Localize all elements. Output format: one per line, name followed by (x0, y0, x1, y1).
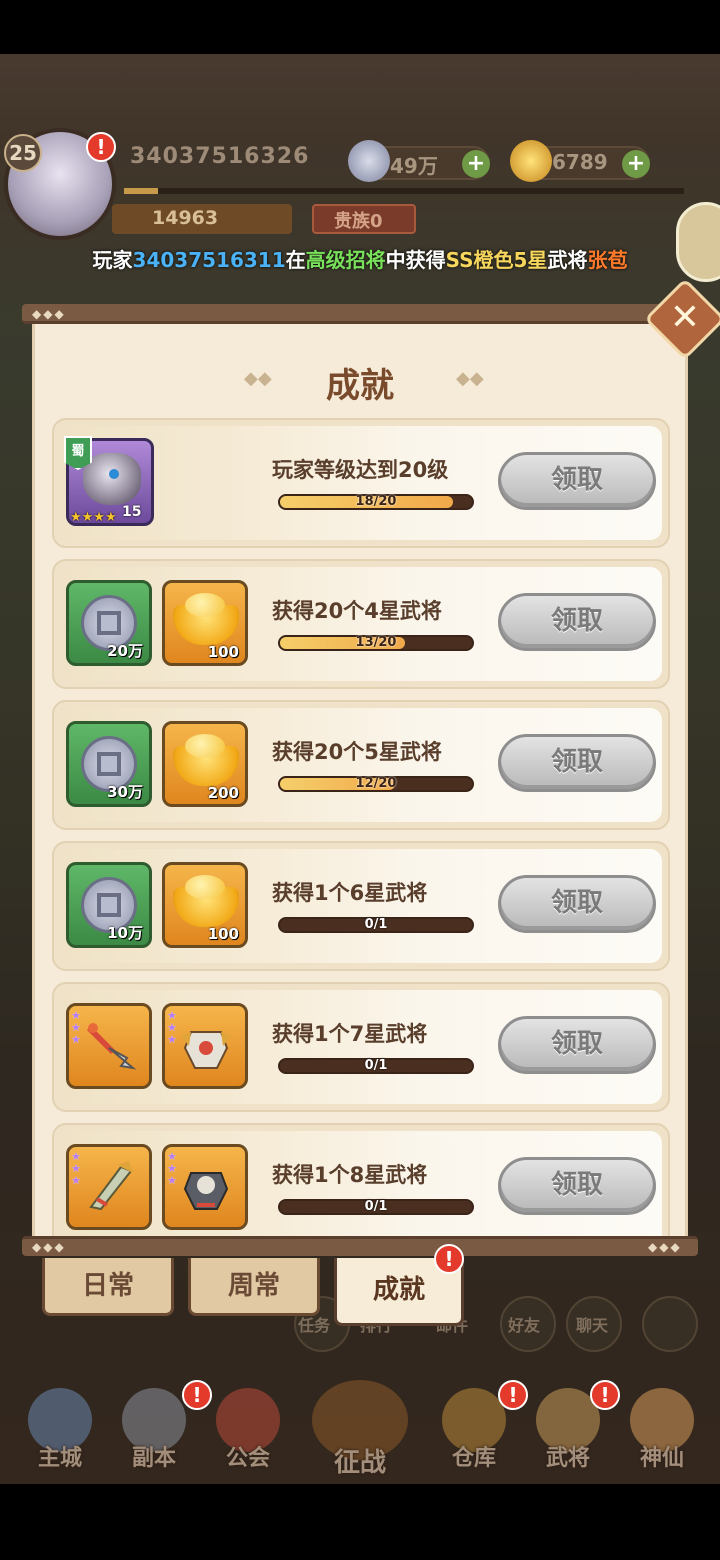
rail-decoration: ◆◆◆ (648, 1240, 682, 1254)
sword-reward[interactable]: ★ ★ ★ (66, 1144, 152, 1230)
level-badge: 25 (4, 134, 42, 172)
progress-text: 0/1 (364, 917, 388, 932)
coin-amount: 49万 (390, 154, 438, 178)
nav-campaign[interactable]: 征战 (300, 1380, 420, 1478)
task-label: 玩家等级达到20级 (272, 458, 449, 482)
progress-bar: 0/1 (278, 1058, 474, 1074)
add-gold-button[interactable]: + (622, 150, 650, 178)
tab-weekly[interactable]: 周常 (188, 1258, 320, 1316)
rail-decoration: ◆◆◆ (32, 307, 66, 321)
ingot-reward[interactable]: 100 (162, 580, 248, 666)
progress-text: 12/20 (355, 776, 397, 791)
tab-daily[interactable]: 日常 (42, 1258, 174, 1316)
hero-stars: ★★★★ (70, 510, 117, 525)
progress-text: 13/20 (355, 635, 397, 650)
progress-text: 18/20 (355, 494, 397, 509)
coin-reward[interactable]: 20万 (66, 580, 152, 666)
armor-icon (183, 1172, 229, 1210)
progress-text: 0/1 (364, 1199, 388, 1214)
star-rank-icon: ★ ★ ★ (71, 1150, 81, 1187)
broadcast-ticker: 玩家34037516311在高级招将中获得SS橙色5星武将张苞 (92, 248, 628, 272)
noble-label: 贵族0 (334, 211, 383, 232)
nav-guild[interactable]: 公会 (202, 1388, 294, 1480)
player-id: 34037516326 (130, 144, 310, 169)
task-label: 获得20个4星武将 (272, 599, 442, 623)
title-deco-right: ◆◆ (456, 368, 484, 389)
tab-alert-icon: ! (434, 1244, 464, 1274)
progress-text: 0/1 (364, 1058, 388, 1073)
close-icon[interactable]: ✕ (656, 290, 714, 348)
panel-bottom-rail (22, 1236, 698, 1256)
claim-button[interactable]: 领取 (498, 875, 656, 933)
star-rank-icon: ★ ★ ★ (71, 1009, 81, 1046)
hero-eye (109, 469, 119, 479)
rail-decoration: ◆◆◆ (32, 1240, 66, 1254)
task-label: 获得20个5星武将 (272, 740, 442, 764)
progress-bar: 13/20 (278, 635, 474, 651)
system-nav-bar (0, 1484, 720, 1560)
coin-icon (348, 140, 390, 182)
hero-level: 15 (122, 504, 142, 520)
progress-bar: 0/1 (278, 1199, 474, 1215)
progress-bar: 18/20 (278, 494, 474, 510)
exp-bar-fill (124, 188, 158, 194)
star-rank-icon: ★ ★ ★ (167, 1150, 177, 1187)
nav-main-city[interactable]: 主城 (14, 1388, 106, 1480)
claim-button[interactable]: 领取 (498, 1157, 656, 1215)
claim-button[interactable]: 领取 (498, 1016, 656, 1074)
armor-icon (181, 1031, 231, 1069)
claim-button[interactable]: 领取 (498, 452, 656, 510)
paw-icon[interactable] (642, 1296, 698, 1352)
panel-title: 成就 (326, 366, 394, 406)
task-label: 获得1个7星武将 (272, 1022, 428, 1046)
coin-reward[interactable]: 30万 (66, 721, 152, 807)
armor-reward[interactable]: ★ ★ ★ (162, 1144, 248, 1230)
gold-amount: 6789 (552, 150, 608, 174)
armor-reward[interactable]: ★ ★ ★ (162, 1003, 248, 1089)
progress-bar: 0/1 (278, 917, 474, 933)
claim-button[interactable]: 领取 (498, 593, 656, 651)
mid-label-friends: 好友 (508, 1316, 541, 1335)
ingot-reward[interactable]: 100 (162, 862, 248, 948)
panel-top-rail (22, 304, 698, 324)
claim-button[interactable]: 领取 (498, 734, 656, 792)
avatar-alert-icon: ! (86, 132, 116, 162)
nav-immortals[interactable]: 神仙 (616, 1388, 708, 1480)
add-coin-button[interactable]: + (462, 150, 490, 178)
paw-points: 14963 (152, 207, 219, 229)
coin-reward[interactable]: 10万 (66, 862, 152, 948)
star-rank-icon: ★ ★ ★ (167, 1009, 177, 1046)
status-bar (0, 0, 720, 54)
task-label: 获得1个8星武将 (272, 1163, 428, 1187)
sword-icon (89, 1161, 133, 1211)
gold-ingot-icon (510, 140, 552, 182)
exp-bar (124, 188, 684, 194)
mid-label-chat: 聊天 (576, 1316, 609, 1335)
task-label: 获得1个6星武将 (272, 881, 428, 905)
ingot-reward[interactable]: 200 (162, 721, 248, 807)
weapon-reward[interactable]: ★ ★ ★ (66, 1003, 152, 1089)
progress-bar: 12/20 (278, 776, 474, 792)
spear-icon (87, 1023, 137, 1070)
